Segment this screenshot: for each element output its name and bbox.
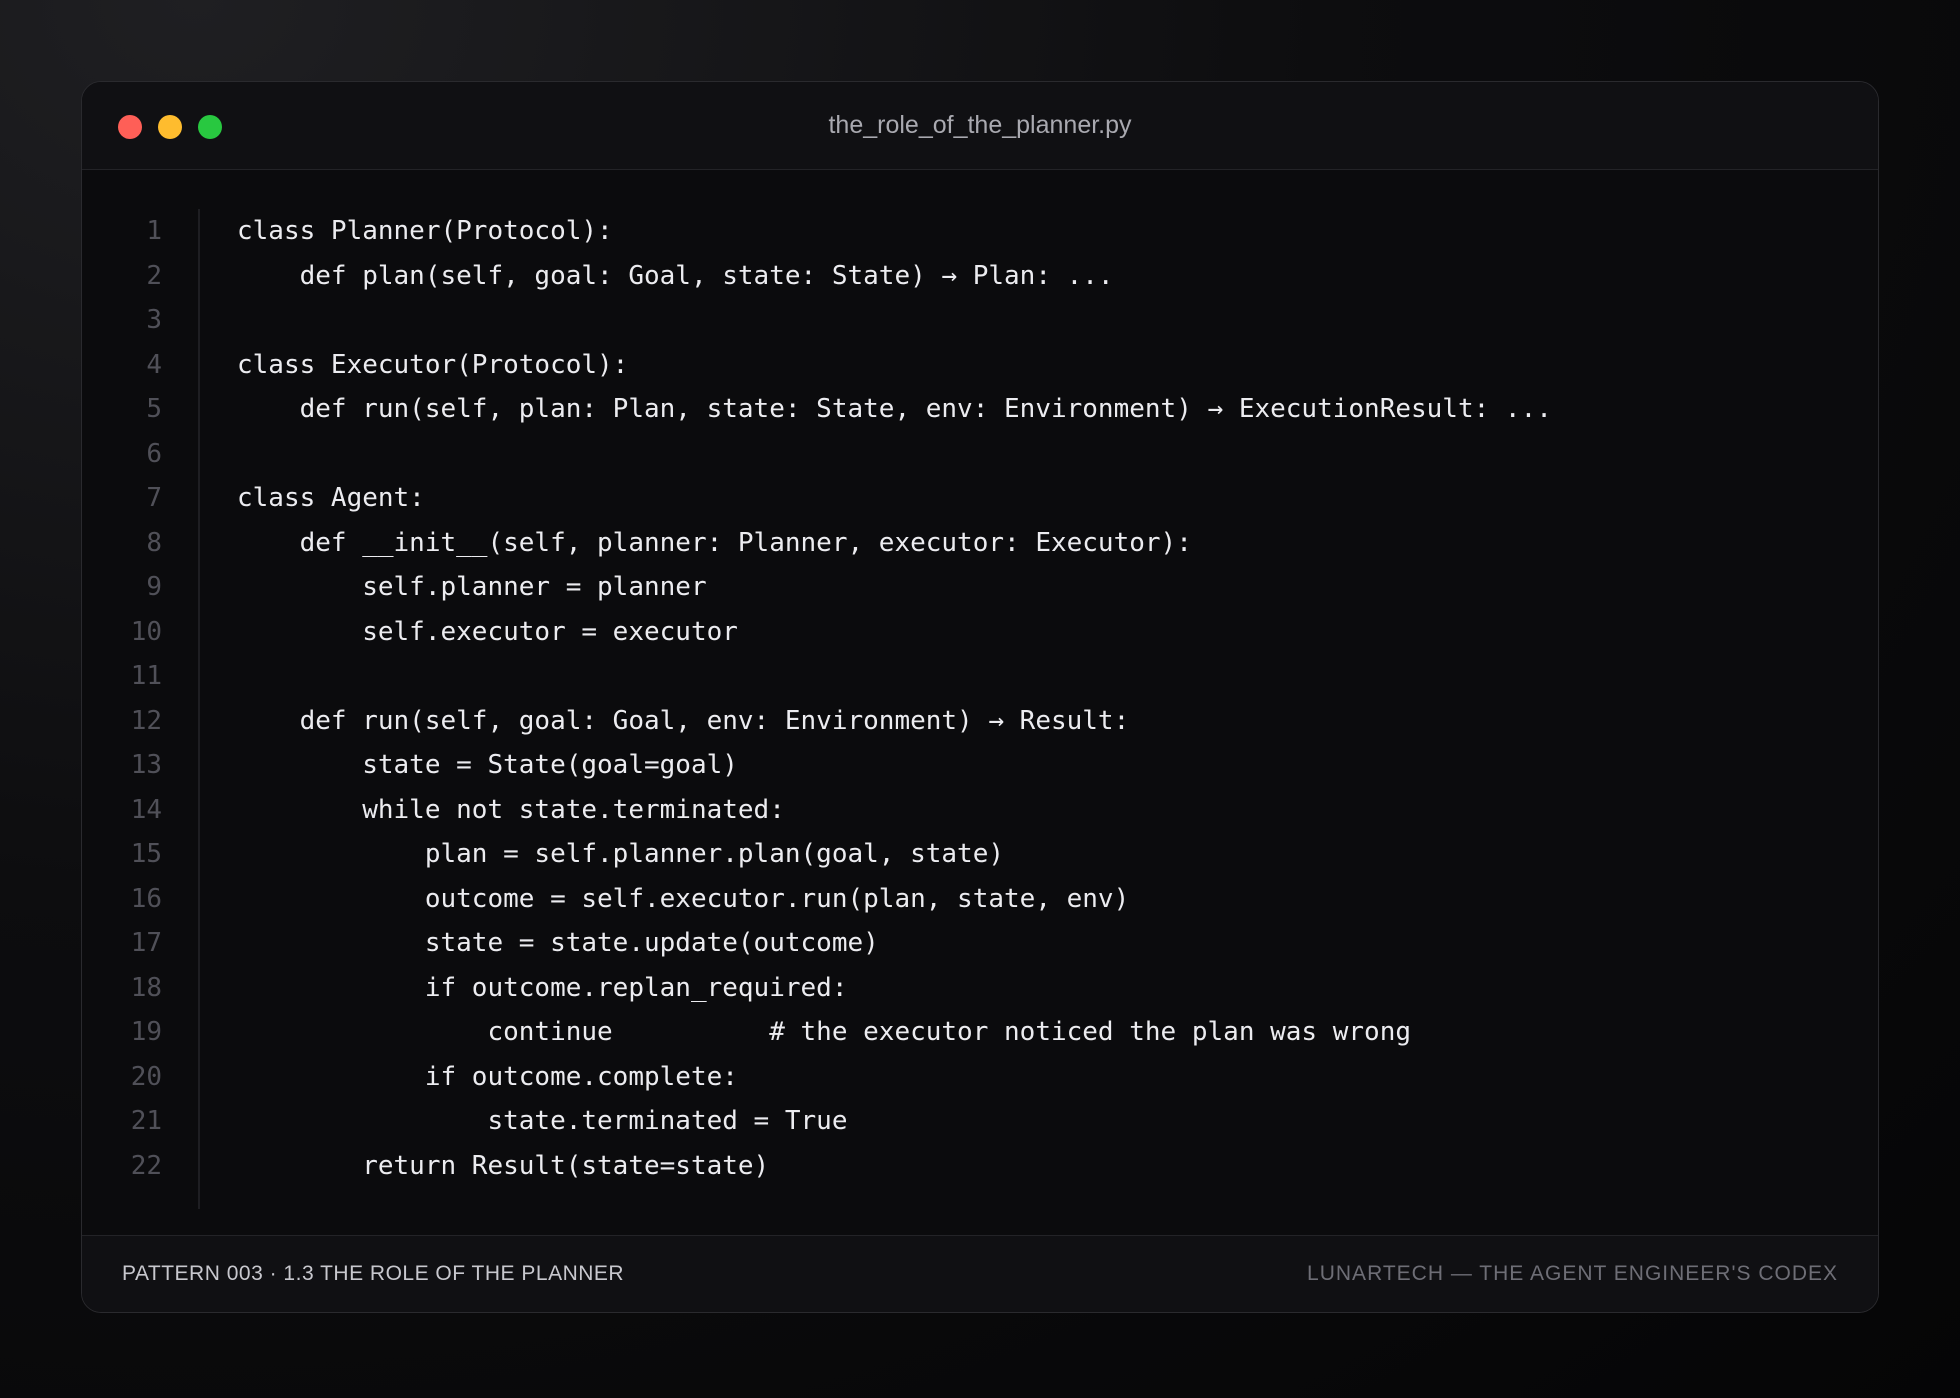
line-text: if outcome.complete: (237, 1061, 738, 1092)
line-number: 12 (130, 705, 162, 736)
line-number: 7 (146, 483, 162, 513)
line-number: 1 (146, 216, 162, 246)
line-text: outcome = self.executor.run(plan, state,… (237, 883, 1130, 914)
line-number: 5 (146, 394, 162, 424)
line-number: 2 (146, 260, 162, 291)
footer-brand-label: LUNARTECH — THE AGENT ENGINEER'S CODEX (1307, 1262, 1838, 1285)
line-number: 22 (130, 1150, 162, 1181)
line-text: state = State(goal=goal) (237, 750, 738, 780)
line-text: self.planner = planner (237, 572, 707, 602)
line-number: 10 (130, 616, 162, 647)
title-bar: the_role_of_the_planner.py (82, 82, 1878, 170)
window-title: the_role_of_the_planner.py (828, 111, 1132, 139)
line-text: while not state.terminated: (237, 794, 785, 825)
line-text: def __init__(self, planner: Planner, exe… (237, 527, 1192, 558)
line-number: 16 (130, 883, 162, 914)
line-text: def run(self, plan: Plan, state: State, … (237, 394, 1552, 424)
line-text: state = state.update(outcome) (237, 928, 879, 958)
line-number: 18 (130, 972, 162, 1003)
line-text: def run(self, goal: Goal, env: Environme… (237, 705, 1130, 736)
footer-pattern-label: PATTERN 003 · 1.3 THE ROLE OF THE PLANNE… (122, 1262, 625, 1285)
line-number: 4 (146, 349, 162, 380)
line-number: 13 (130, 750, 162, 780)
line-text: def plan(self, goal: Goal, state: State)… (237, 260, 1114, 291)
line-text: class Agent: (237, 483, 425, 513)
line-text: self.executor = executor (237, 616, 738, 647)
code-window: the_role_of_the_planner.py 1 class Planne… (81, 81, 1879, 1313)
line-number: 21 (130, 1106, 162, 1136)
line-number: 20 (130, 1061, 162, 1092)
line-number: 11 (130, 661, 162, 691)
line-number: 15 (130, 839, 162, 869)
line-number: 9 (146, 572, 162, 602)
line-number: 19 (130, 1017, 162, 1047)
line-number: 8 (146, 527, 162, 558)
line-text: class Executor(Protocol): (237, 349, 629, 380)
line-text: continue # the executor noticed the plan… (237, 1017, 1411, 1047)
gutter-divider (198, 209, 200, 1209)
footer: PATTERN 003 · 1.3 THE ROLE OF THE PLANNE… (82, 1235, 1878, 1312)
line-number: 3 (146, 305, 162, 335)
line-number: 17 (130, 928, 162, 958)
line-number: 6 (146, 438, 162, 469)
line-text: state.terminated = True (237, 1106, 848, 1136)
line-number: 14 (130, 794, 162, 825)
line-text: return Result(state=state) (237, 1150, 770, 1181)
line-text: plan = self.planner.plan(goal, state) (237, 839, 1005, 869)
line-text: class Planner(Protocol): (237, 216, 613, 246)
line-text: if outcome.replan_required: (237, 972, 848, 1003)
